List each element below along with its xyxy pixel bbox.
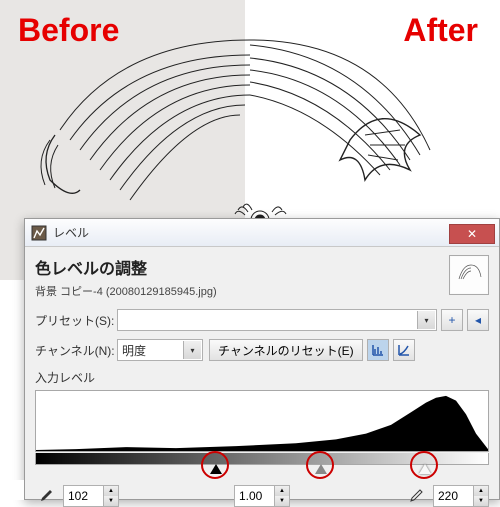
gamma-value: 1.00: [239, 489, 262, 503]
gamma-input[interactable]: 1.00 ▲▼: [234, 485, 290, 507]
app-icon: [31, 225, 47, 241]
eyedropper-icon: [38, 488, 54, 504]
close-icon: ✕: [467, 227, 477, 241]
down-icon[interactable]: ▼: [275, 496, 289, 506]
input-levels-label: 入力レベル: [35, 369, 489, 386]
after-label: After: [403, 12, 478, 49]
histogram-log-button[interactable]: [393, 339, 415, 361]
down-icon[interactable]: ▼: [474, 496, 488, 506]
black-eyedropper-button[interactable]: [35, 485, 57, 507]
input-slider[interactable]: [35, 465, 489, 477]
chevron-down-icon: ▾: [417, 311, 435, 329]
close-button[interactable]: ✕: [449, 224, 495, 244]
black-point-value: 102: [68, 489, 88, 503]
annotation-circle: [306, 451, 334, 479]
levels-dialog: レベル ✕ 色レベルの調整 背景 コピー-4 (20080129185945.j…: [24, 218, 500, 500]
channel-combo[interactable]: 明度 ▾: [117, 339, 203, 361]
up-icon[interactable]: ▲: [104, 486, 118, 496]
layer-caption: 背景 コピー-4 (20080129185945.jpg): [35, 283, 443, 299]
channel-label: チャンネル(N):: [35, 342, 117, 359]
white-eyedropper-button[interactable]: [405, 485, 427, 507]
channel-value: 明度: [122, 342, 146, 359]
add-preset-button[interactable]: +: [441, 309, 463, 331]
before-label: Before: [18, 12, 119, 49]
preset-label: プリセット(S):: [35, 312, 117, 329]
white-point-input[interactable]: 220 ▲▼: [433, 485, 489, 507]
chart-log-icon: [397, 343, 411, 357]
layer-thumbnail: [449, 255, 489, 295]
window-title: レベル: [53, 224, 449, 241]
annotation-circle: [201, 451, 229, 479]
annotation-circle: [410, 451, 438, 479]
dialog-heading: 色レベルの調整: [35, 255, 443, 279]
down-icon[interactable]: ▼: [104, 496, 118, 506]
preset-combo[interactable]: ▾: [117, 309, 437, 331]
preset-back-button[interactable]: ◂: [467, 309, 489, 331]
chart-icon: [371, 343, 385, 357]
chevron-down-icon: ▾: [183, 341, 201, 359]
back-icon: ◂: [475, 313, 481, 327]
histogram-linear-button[interactable]: [367, 339, 389, 361]
eyedropper-icon: [408, 488, 424, 504]
up-icon[interactable]: ▲: [275, 486, 289, 496]
titlebar[interactable]: レベル ✕: [25, 219, 499, 247]
up-icon[interactable]: ▲: [474, 486, 488, 496]
reset-channel-button[interactable]: チャンネルのリセット(E): [209, 339, 363, 361]
white-point-value: 220: [438, 489, 458, 503]
plus-icon: +: [448, 313, 455, 327]
black-point-input[interactable]: 102 ▲▼: [63, 485, 119, 507]
histogram: [35, 390, 489, 452]
